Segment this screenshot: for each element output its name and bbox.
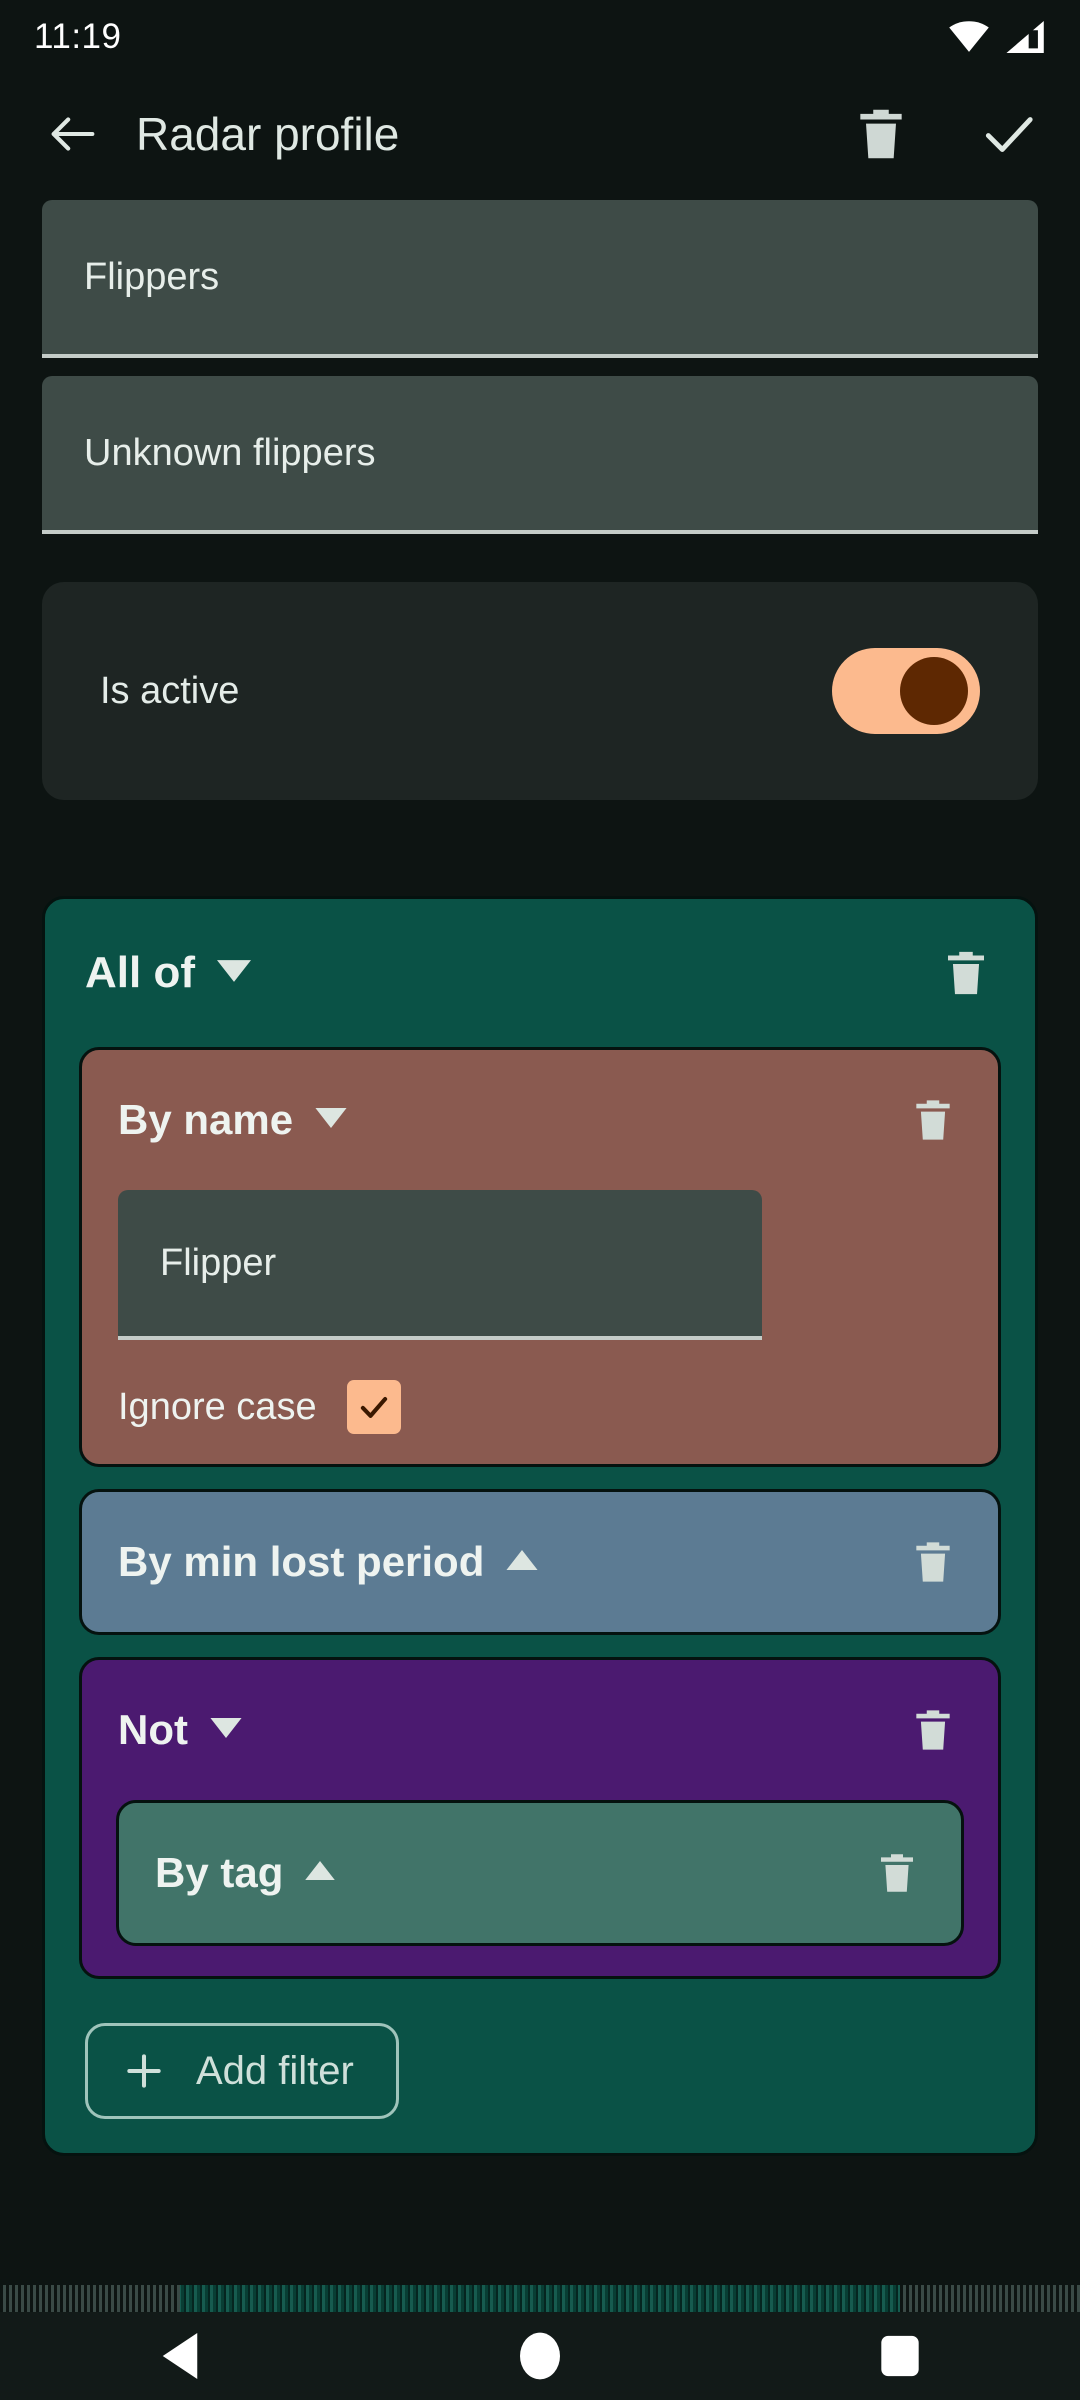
is-active-card: Is active xyxy=(42,582,1038,800)
is-active-label: Is active xyxy=(100,669,240,712)
plus-icon xyxy=(127,2054,161,2088)
description-input-value: Unknown flippers xyxy=(84,431,376,474)
nav-back-icon xyxy=(162,2333,198,2379)
chevron-down-icon[interactable] xyxy=(216,959,251,987)
wifi-icon xyxy=(949,21,989,52)
status-icons xyxy=(948,21,1046,53)
nav-home-button[interactable] xyxy=(450,2312,630,2400)
filter-card-header[interactable]: Not xyxy=(82,1660,998,1800)
chevron-down-icon[interactable] xyxy=(315,1107,347,1133)
nav-recents-icon xyxy=(881,2335,919,2377)
description-input[interactable]: Unknown flippers xyxy=(42,376,1038,534)
filter-group-all-of: All of By name Flipper Ignore case By mi… xyxy=(42,896,1038,2156)
ignore-case-checkbox[interactable] xyxy=(346,1380,401,1434)
nav-home-icon xyxy=(520,2332,560,2380)
content-scroll-area[interactable]: Flippers Unknown flippers Is active All … xyxy=(0,200,1080,2290)
toggle-knob xyxy=(900,657,968,725)
filter-card-by-name: By name Flipper Ignore case xyxy=(79,1047,1001,1467)
system-nav-bar xyxy=(0,2312,1080,2400)
chevron-down-icon[interactable] xyxy=(210,1717,242,1743)
name-input-value: Flippers xyxy=(84,255,220,298)
render-smear-artifact-right xyxy=(900,2285,1080,2313)
cellular-signal-icon xyxy=(1006,21,1044,53)
back-arrow-icon[interactable] xyxy=(44,105,102,163)
chevron-up-icon[interactable] xyxy=(506,1549,538,1575)
add-filter-wrap: Add filter xyxy=(45,2001,1035,2153)
filter-card-title: By tag xyxy=(155,1849,284,1896)
nav-recents-button[interactable] xyxy=(810,2312,990,2400)
filter-card-body: Flipper Ignore case xyxy=(82,1190,998,1464)
add-filter-label: Add filter xyxy=(196,2048,354,2093)
app-bar: Radar profile xyxy=(0,74,1080,194)
filter-card-by-min-lost-period: By min lost period xyxy=(79,1489,1001,1635)
trash-icon[interactable] xyxy=(873,1849,921,1897)
app-screen: 11:19 Radar profile Flippers Unknown fli… xyxy=(0,0,1080,2400)
filter-card-title: Not xyxy=(118,1706,188,1753)
by-name-value: Flipper xyxy=(160,1241,277,1284)
by-name-value-input[interactable]: Flipper xyxy=(118,1190,762,1340)
check-icon[interactable] xyxy=(978,103,1040,165)
chevron-up-icon[interactable] xyxy=(305,1861,336,1885)
filter-group-header[interactable]: All of xyxy=(45,899,1035,1047)
check-icon xyxy=(360,1397,387,1418)
trash-icon[interactable] xyxy=(908,1537,958,1587)
filter-card-header[interactable]: By min lost period xyxy=(82,1492,998,1632)
add-filter-button[interactable]: Add filter xyxy=(85,2023,399,2119)
filter-card-by-tag: By tag xyxy=(116,1800,964,1946)
trash-icon[interactable] xyxy=(939,946,993,1000)
filter-card-not: Not By tag xyxy=(79,1657,1001,1979)
status-clock: 11:19 xyxy=(34,17,122,56)
filter-group-title: All of xyxy=(85,948,195,997)
trash-icon[interactable] xyxy=(850,103,912,165)
filter-card-header[interactable]: By tag xyxy=(119,1803,961,1943)
field-gap xyxy=(0,358,1080,376)
ignore-case-label: Ignore case xyxy=(118,1385,317,1428)
trash-icon[interactable] xyxy=(908,1705,958,1755)
render-smear-artifact-left xyxy=(0,2285,180,2313)
trash-icon[interactable] xyxy=(908,1095,958,1145)
page-title: Radar profile xyxy=(136,108,400,160)
is-active-toggle[interactable] xyxy=(832,648,980,734)
filter-card-title: By min lost period xyxy=(118,1538,485,1585)
name-input[interactable]: Flippers xyxy=(42,200,1038,358)
nav-back-button[interactable] xyxy=(90,2312,270,2400)
filter-card-header[interactable]: By name xyxy=(82,1050,998,1190)
status-bar: 11:19 xyxy=(0,0,1080,74)
not-children: By tag xyxy=(82,1800,998,1976)
filter-card-title: By name xyxy=(118,1096,294,1143)
filter-group-children: By name Flipper Ignore case By min lost … xyxy=(45,1047,1035,1979)
ignore-case-row: Ignore case xyxy=(118,1380,962,1434)
